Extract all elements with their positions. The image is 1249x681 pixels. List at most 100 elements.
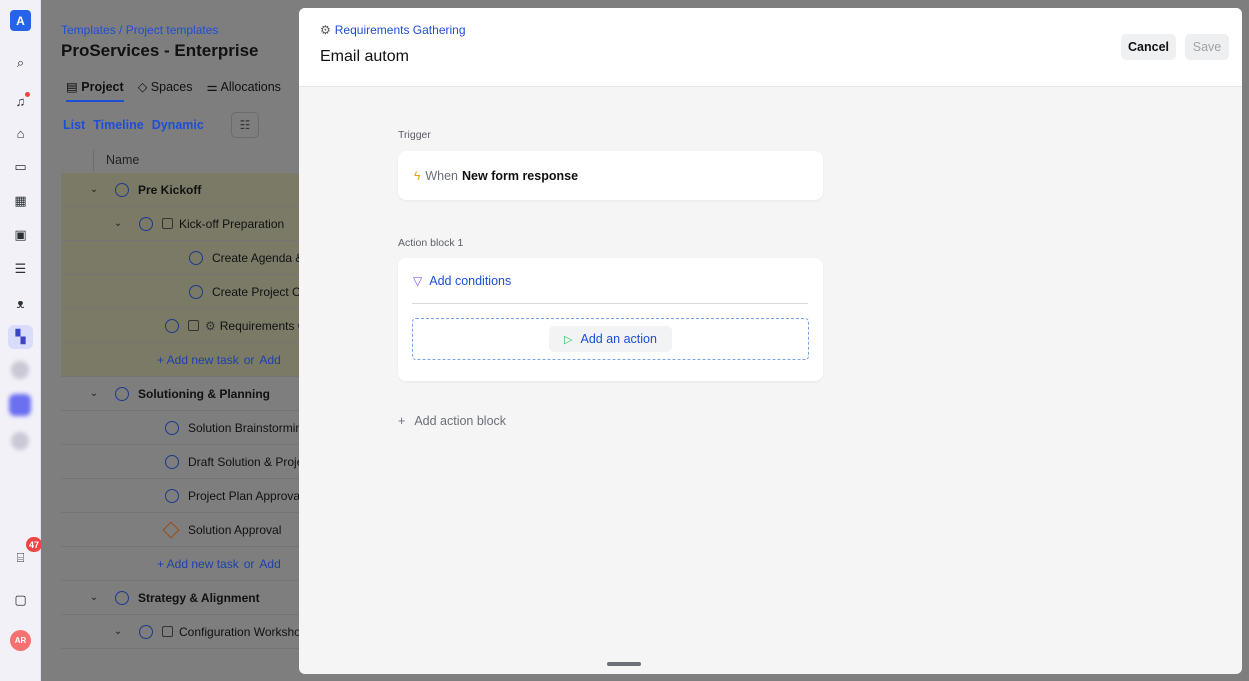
tab-spaces[interactable]: ◇ Spaces bbox=[138, 79, 193, 102]
avatar[interactable]: AR bbox=[10, 630, 31, 651]
home-icon[interactable]: ⌂ bbox=[8, 121, 33, 145]
row-title: Solutioning & Planning bbox=[138, 386, 270, 401]
table-row[interactable]: Solution Approval bbox=[61, 513, 306, 547]
gear-icon: ⚙ bbox=[320, 23, 331, 37]
subtask-icon bbox=[162, 626, 173, 637]
add-link[interactable]: Add bbox=[259, 353, 280, 367]
view-dynamic[interactable]: Dynamic bbox=[152, 118, 204, 132]
status-circle-icon[interactable] bbox=[165, 420, 179, 435]
save-button[interactable]: Save bbox=[1185, 34, 1229, 60]
building-icon[interactable]: ▦ bbox=[8, 189, 33, 213]
drag-handle[interactable] bbox=[607, 662, 641, 666]
gift-badge: 47 bbox=[26, 537, 43, 552]
plus-icon: + bbox=[398, 414, 406, 428]
table-row[interactable]: ⌄ Solutioning & Planning bbox=[61, 377, 306, 411]
gear-icon: ⚙ bbox=[205, 318, 216, 333]
status-circle-icon[interactable] bbox=[115, 590, 129, 605]
chevron-down-icon[interactable]: ⌄ bbox=[87, 388, 101, 399]
table-row[interactable]: Draft Solution & Project Plan bbox=[61, 445, 306, 479]
column-header-name[interactable]: Name bbox=[93, 150, 303, 172]
add-task-row: + Add new task or Add bbox=[61, 547, 306, 581]
automation-panel: ⚙ Requirements Gathering Email autom Canc… bbox=[299, 8, 1242, 674]
view-switcher: List Timeline Dynamic bbox=[63, 118, 204, 132]
row-title: Project Plan Approval bbox=[188, 488, 303, 503]
subtask-icon bbox=[162, 218, 173, 229]
row-title: Requirements Gathering bbox=[219, 318, 306, 333]
status-circle-icon[interactable] bbox=[139, 624, 153, 639]
automation-title[interactable]: Email autom bbox=[320, 48, 409, 66]
notification-dot bbox=[25, 92, 30, 97]
row-title: Create Project Charter bbox=[212, 284, 306, 299]
tab-label: Allocations bbox=[220, 80, 281, 94]
tab-label: Project bbox=[81, 80, 124, 94]
chevron-down-icon[interactable]: ⌄ bbox=[87, 184, 101, 195]
status-circle-icon[interactable] bbox=[165, 454, 179, 469]
form-icon bbox=[188, 320, 199, 331]
row-title: Create Agenda & Slides bbox=[212, 250, 306, 265]
status-circle-icon[interactable] bbox=[189, 284, 203, 299]
table-row[interactable]: ⚙ Requirements Gathering bbox=[61, 309, 306, 343]
row-title: Draft Solution & Project Plan bbox=[188, 454, 306, 469]
view-list[interactable]: List bbox=[63, 118, 85, 132]
table-row[interactable]: ⌄ Configuration Workshop bbox=[61, 615, 306, 649]
cancel-button[interactable]: Cancel bbox=[1121, 34, 1176, 60]
table-row[interactable]: ⌄ Pre Kickoff bbox=[61, 173, 306, 207]
people-icon[interactable]: ᴥ bbox=[8, 291, 33, 315]
panel-breadcrumb[interactable]: ⚙ Requirements Gathering bbox=[320, 23, 466, 37]
action-block-card: ▽ Add conditions ▷ Add an action bbox=[398, 258, 823, 381]
table-row[interactable]: Create Agenda & Slides bbox=[61, 241, 306, 275]
page-title: ProServices - Enterprise bbox=[61, 41, 259, 60]
table-row[interactable]: Solution Brainstorming bbox=[61, 411, 306, 445]
add-task-row: + Add new task or Add bbox=[61, 343, 306, 377]
blurred-app-icon[interactable] bbox=[9, 394, 31, 416]
blurred-app-icon[interactable] bbox=[11, 361, 29, 379]
breadcrumb-label: Requirements Gathering bbox=[334, 23, 466, 37]
status-circle-icon[interactable] bbox=[165, 488, 179, 503]
row-title: Pre Kickoff bbox=[138, 182, 202, 197]
tab-project[interactable]: ▤ Project bbox=[66, 79, 124, 102]
divider bbox=[412, 303, 808, 304]
list-options-icon[interactable]: ☷ bbox=[231, 112, 259, 138]
dashboard-icon[interactable]: ▭ bbox=[8, 155, 33, 179]
add-conditions-button[interactable]: ▽ Add conditions bbox=[413, 274, 511, 288]
left-rail: A ⌕ ♫ ⌂ ▭ ▦ ▣ ☰ ᴥ ▚ ⌸ 47 ▢ AR bbox=[0, 0, 43, 681]
add-conditions-label: Add conditions bbox=[429, 274, 512, 288]
status-circle-icon[interactable] bbox=[139, 216, 153, 231]
view-timeline[interactable]: Timeline bbox=[93, 118, 143, 132]
status-circle-icon[interactable] bbox=[115, 182, 129, 197]
action-dropzone: ▷ Add an action bbox=[412, 318, 809, 360]
tab-allocations[interactable]: ⚌ Allocations bbox=[206, 79, 280, 102]
milestone-icon[interactable] bbox=[162, 521, 180, 538]
chevron-down-icon[interactable]: ⌄ bbox=[111, 218, 125, 229]
breadcrumb[interactable]: Templates / Project templates bbox=[61, 23, 218, 37]
trigger-label: Trigger bbox=[398, 129, 431, 141]
grid-icon[interactable]: ▚ bbox=[8, 325, 33, 349]
search-icon[interactable]: ⌕ bbox=[8, 51, 33, 75]
table-row[interactable]: Create Project Charter bbox=[61, 275, 306, 309]
chevron-down-icon[interactable]: ⌄ bbox=[111, 626, 125, 637]
table-row[interactable]: ⌄ Strategy & Alignment bbox=[61, 581, 306, 615]
checklist-icon[interactable]: ☰ bbox=[8, 257, 33, 281]
or-text: or bbox=[243, 352, 255, 367]
or-text: or bbox=[243, 556, 255, 571]
play-icon: ▷ bbox=[564, 333, 573, 346]
clipboard-icon[interactable]: ▣ bbox=[8, 223, 33, 247]
add-action-button[interactable]: ▷ Add an action bbox=[549, 326, 672, 352]
chat-icon[interactable]: ▢ bbox=[8, 588, 33, 612]
table-row[interactable]: Project Plan Approval bbox=[61, 479, 306, 513]
blurred-app-icon[interactable] bbox=[11, 432, 29, 450]
tab-label: Spaces bbox=[150, 80, 193, 94]
add-action-block-button[interactable]: + Add action block bbox=[398, 414, 506, 428]
status-circle-icon[interactable] bbox=[189, 250, 203, 265]
trigger-card[interactable]: ϟ When New form response bbox=[398, 151, 823, 200]
add-link[interactable]: Add bbox=[259, 557, 280, 571]
status-circle-icon[interactable] bbox=[165, 318, 179, 333]
add-new-task-link[interactable]: + Add new task bbox=[157, 557, 239, 571]
row-title: Strategy & Alignment bbox=[138, 590, 260, 605]
status-circle-icon[interactable] bbox=[115, 386, 129, 401]
table-row[interactable]: ⌄ Kick-off Preparation bbox=[61, 207, 306, 241]
chevron-down-icon[interactable]: ⌄ bbox=[87, 592, 101, 603]
trigger-event: New form response bbox=[462, 168, 579, 183]
add-new-task-link[interactable]: + Add new task bbox=[157, 353, 239, 367]
app-logo[interactable]: A bbox=[10, 10, 31, 31]
